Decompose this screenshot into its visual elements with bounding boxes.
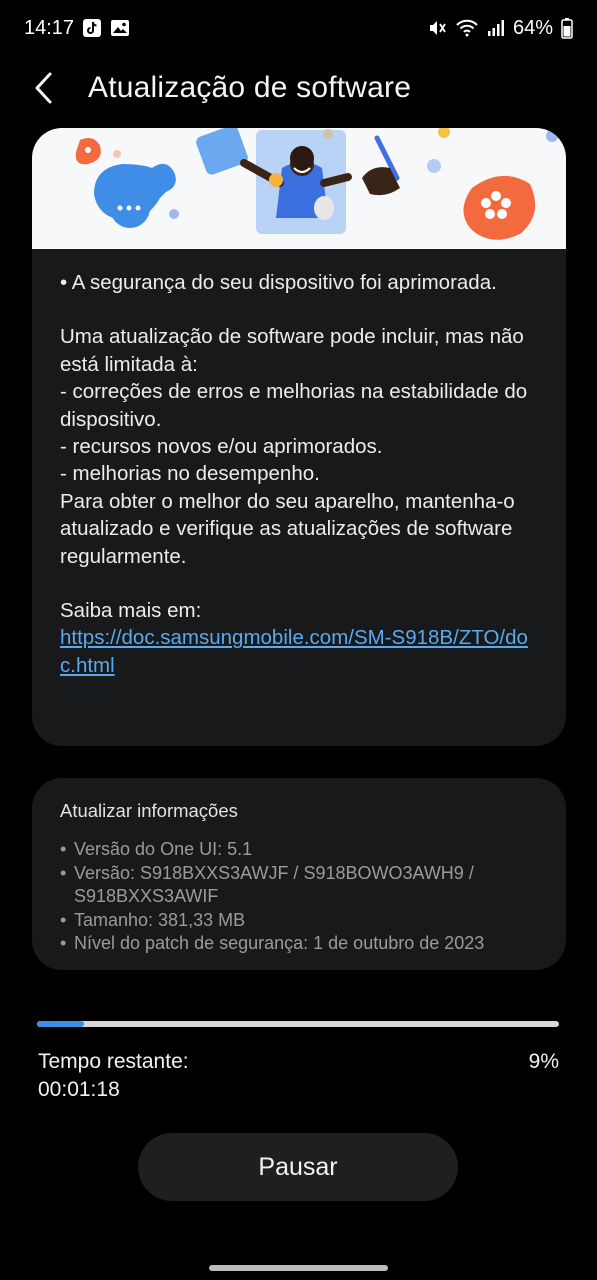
update-item: - correções de erros e melhorias na esta… (60, 380, 528, 431)
page-title: Atualização de software (88, 71, 412, 104)
update-advice: Para obter o melhor do seu aparelho, man… (60, 489, 515, 568)
update-info-item: • Tamanho: 381,33 MB (60, 909, 246, 930)
update-info-item: • Nível do patch de segurança: 1 de outub… (60, 933, 485, 953)
back-button[interactable] (16, 60, 72, 116)
update-illustration (75, 128, 558, 240)
time-remaining-value: 00:01:18 (38, 1078, 120, 1101)
security-note: • A segurança do seu dispositivo foi apr… (60, 271, 497, 294)
status-time: 14:17 (24, 16, 75, 39)
gallery-notification-icon (110, 18, 130, 38)
chevron-left-icon (35, 72, 52, 104)
signal-icon (487, 18, 505, 38)
wifi-icon (455, 18, 479, 38)
release-notes-card: • A segurança do seu dispositivo foi apr… (32, 128, 566, 746)
release-notes-body: • A segurança do seu dispositivo foi apr… (32, 249, 566, 679)
update-intro: Uma atualização de software pode incluir… (60, 325, 524, 376)
pause-button[interactable]: Pausar (138, 1133, 458, 1201)
update-info-item: • Versão do One UI: 5.1 (60, 839, 253, 859)
update-item: - melhorias no desempenho. (60, 462, 320, 486)
mute-icon (427, 18, 447, 38)
learn-more-link[interactable]: https://doc.samsungmobile.com/SM-S918B/Z… (60, 626, 528, 676)
status-bar-right: 64% (427, 17, 573, 40)
tiktok-notification-icon (82, 18, 102, 38)
update-info-title: Atualizar informações (60, 800, 238, 821)
download-progress-bar (37, 1021, 559, 1027)
update-item: - recursos novos e/ou aprimorados. (60, 435, 383, 459)
status-bar: 14:17 64% (0, 0, 597, 56)
time-remaining-label: Tempo restante: (38, 1050, 189, 1073)
progress-percent: 9% (528, 1050, 559, 1073)
download-progress-fill (37, 1021, 84, 1027)
battery-percent: 64% (512, 16, 553, 39)
time-remaining: Tempo restante: 00:01:18 (38, 1048, 189, 1104)
update-illustration-banner (32, 128, 566, 249)
battery-icon (561, 17, 573, 39)
home-indicator[interactable] (209, 1265, 388, 1271)
status-bar-left: 14:17 (24, 17, 130, 40)
update-info-item: • Versão: S918BXXS3AWJF / S918BOWO3AWH9 /… (60, 862, 474, 907)
app-header: Atualização de software (0, 60, 597, 116)
update-info-card: Atualizar informações • Versão do One UI:… (32, 778, 566, 970)
update-info-list: • Versão do One UI: 5.1 • Versão: S918BXXS… (60, 838, 538, 956)
learn-more-label: Saiba mais em: (60, 599, 202, 623)
